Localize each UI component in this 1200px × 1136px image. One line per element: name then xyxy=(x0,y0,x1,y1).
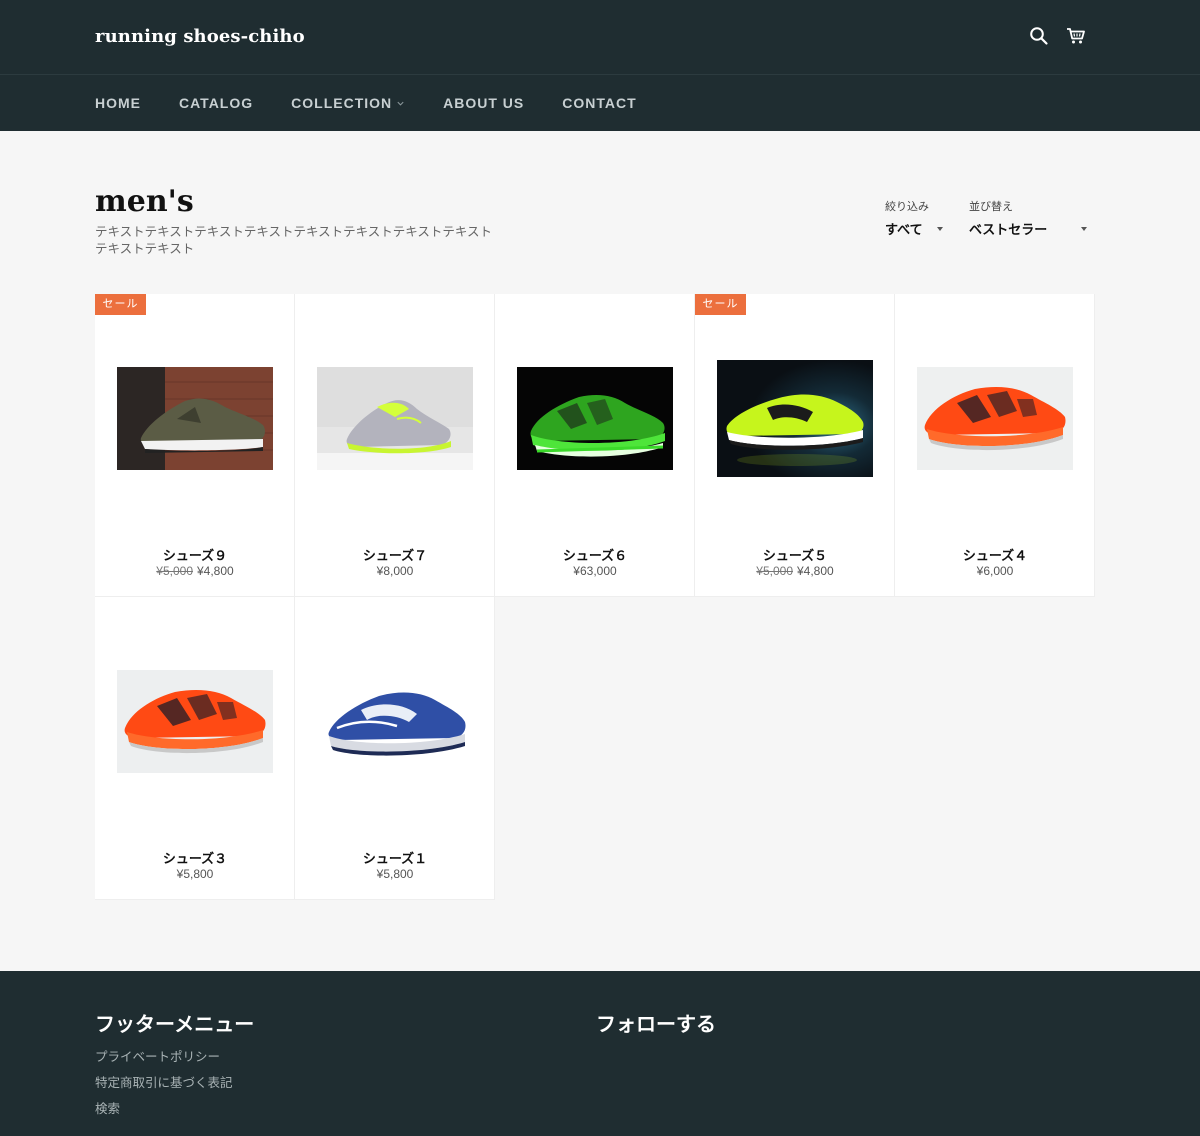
product-name: シューズ３ xyxy=(162,851,228,866)
product-card[interactable]: シューズ３ ¥5,800 xyxy=(95,597,295,900)
product-image[interactable] xyxy=(317,367,473,470)
search-icon[interactable] xyxy=(1029,26,1051,48)
nav-home[interactable]: HOME xyxy=(95,95,141,111)
compare-price: ¥5,000 xyxy=(756,564,793,578)
nav-catalog-label: CATALOG xyxy=(179,95,254,111)
product-name: シューズ７ xyxy=(362,548,428,563)
sort-value: ベストセラー xyxy=(969,222,1048,237)
product-card[interactable]: シューズ４ ¥6,000 xyxy=(895,294,1095,597)
footer-link-legal[interactable]: 特定商取引に基づく表記 xyxy=(95,1075,233,1091)
nav-catalog[interactable]: CATALOG xyxy=(179,95,253,111)
sale-badge: セール xyxy=(95,294,146,315)
product-image[interactable] xyxy=(117,367,273,470)
sale-badge: セール xyxy=(695,294,746,315)
cart-icon[interactable] xyxy=(1066,26,1088,48)
price: ¥8,000 xyxy=(376,564,414,578)
product-price: ¥5,800 xyxy=(95,867,295,881)
site-logo[interactable]: running shoes-chiho xyxy=(95,26,305,47)
product-image[interactable] xyxy=(917,367,1073,470)
product-card[interactable]: セール シューズ５ ¥5,000 ¥4,800 xyxy=(695,294,895,597)
header-top-bar: running shoes-chiho xyxy=(0,0,1200,75)
nav-about-us-label: ABOUT US xyxy=(443,95,525,111)
nav-collection-label: COLLECTION xyxy=(291,95,393,111)
collection-title: men's xyxy=(95,184,194,219)
sort-select[interactable]: 並び替え ベストセラー xyxy=(969,198,1087,238)
product-price: ¥63,000 xyxy=(495,564,695,578)
nav-contact-label: CONTACT xyxy=(562,95,637,111)
chevron-down-icon xyxy=(396,99,405,108)
filter-label: 絞り込み xyxy=(885,201,929,213)
product-card[interactable]: シューズ１ ¥5,800 xyxy=(295,597,495,900)
nav-collection[interactable]: COLLECTION xyxy=(291,95,405,111)
nav-home-label: HOME xyxy=(95,95,141,111)
caret-down-icon xyxy=(936,226,943,231)
product-card[interactable]: セール シューズ９ ¥5,000 ¥4,800 xyxy=(95,294,295,597)
product-name: シューズ６ xyxy=(562,548,628,563)
product-image[interactable] xyxy=(517,367,673,470)
product-name: シューズ１ xyxy=(362,851,428,866)
product-price: ¥6,000 xyxy=(895,564,1095,578)
sale-price: ¥4,800 xyxy=(197,564,234,578)
nav-contact[interactable]: CONTACT xyxy=(562,95,636,111)
product-name: シューズ５ xyxy=(762,548,828,563)
filter-dropdown[interactable]: すべて xyxy=(885,219,943,238)
product-name: シューズ４ xyxy=(962,548,1028,563)
price: ¥63,000 xyxy=(573,564,617,578)
filter-select[interactable]: 絞り込み すべて xyxy=(885,198,943,238)
price: ¥6,000 xyxy=(976,564,1014,578)
footer-menu-heading: フッターメニュー xyxy=(95,1012,255,1036)
footer-follow-heading: フォローする xyxy=(596,1012,716,1036)
product-price: ¥5,000 ¥4,800 xyxy=(95,564,295,578)
footer-link-privacy[interactable]: プライベートポリシー xyxy=(95,1049,233,1065)
main-nav: HOME CATALOG COLLECTION ABOUT US CONTACT xyxy=(95,75,675,131)
sort-dropdown[interactable]: ベストセラー xyxy=(969,219,1087,238)
product-name: シューズ９ xyxy=(162,548,228,563)
site-footer: フッターメニュー フォローする プライベートポリシー 特定商取引に基づく表記 検… xyxy=(0,971,1200,1136)
collection-description: テキストテキストテキストテキストテキストテキストテキストテキストテキストテキスト xyxy=(95,225,493,256)
price: ¥5,800 xyxy=(376,867,414,881)
product-card[interactable]: シューズ７ ¥8,000 xyxy=(295,294,495,597)
product-image[interactable] xyxy=(117,670,273,773)
product-image[interactable] xyxy=(317,670,473,773)
product-card[interactable]: シューズ６ ¥63,000 xyxy=(495,294,695,597)
product-image[interactable] xyxy=(717,360,873,477)
footer-link-search[interactable]: 検索 xyxy=(95,1101,233,1117)
site-header: running shoes-chiho HOME CATALOG COLLECT… xyxy=(0,0,1200,131)
filter-value: すべて xyxy=(885,222,923,237)
footer-links: プライベートポリシー 特定商取引に基づく表記 検索 xyxy=(95,1049,233,1127)
nav-about-us[interactable]: ABOUT US xyxy=(443,95,524,111)
product-price: ¥8,000 xyxy=(295,564,495,578)
sale-price: ¥4,800 xyxy=(797,564,834,578)
product-price: ¥5,800 xyxy=(295,867,495,881)
caret-down-icon xyxy=(1081,226,1087,231)
price: ¥5,800 xyxy=(176,867,214,881)
sort-label: 並び替え xyxy=(969,201,1013,213)
product-price: ¥5,000 ¥4,800 xyxy=(695,564,895,578)
compare-price: ¥5,000 xyxy=(156,564,193,578)
